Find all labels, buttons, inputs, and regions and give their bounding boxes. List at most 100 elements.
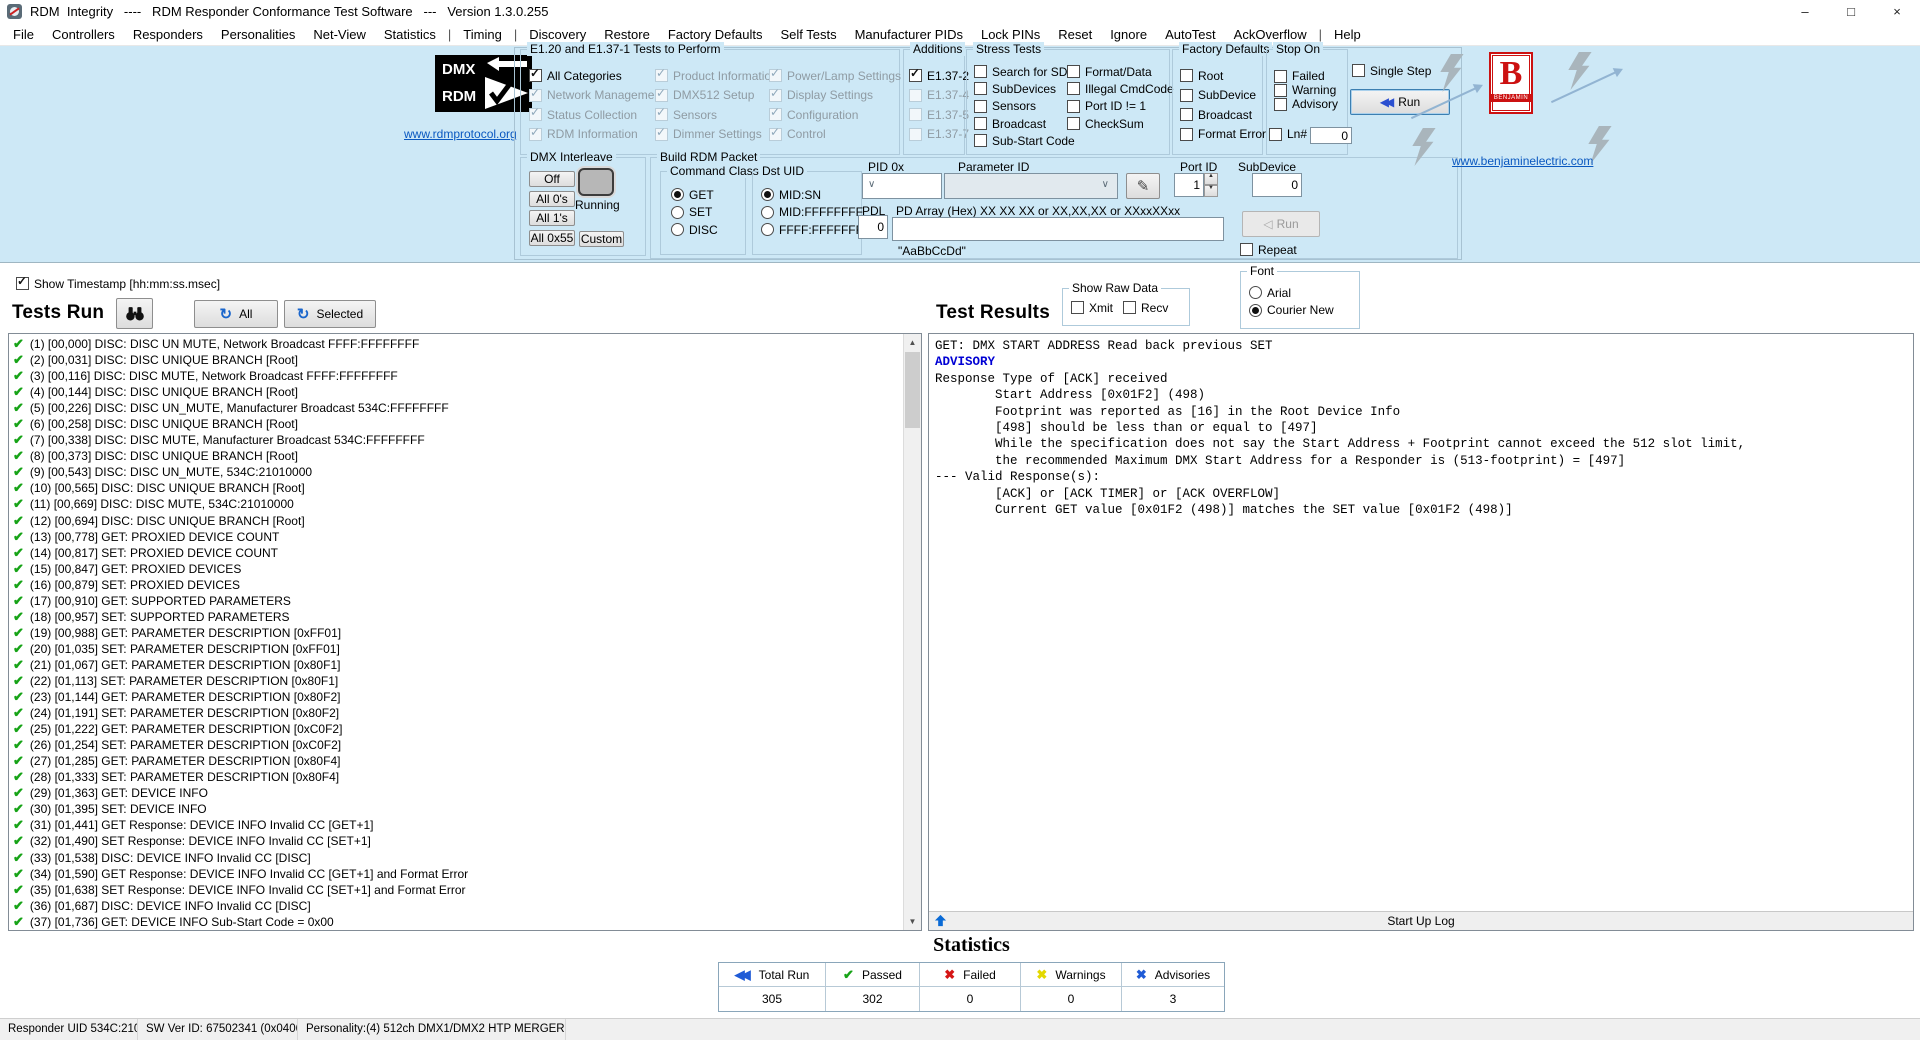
test-row[interactable]: ✔(35) [01,638] SET Response: DEVICE INFO… xyxy=(9,882,904,898)
set-radio[interactable]: SET xyxy=(671,204,718,222)
menu-responders[interactable]: Responders xyxy=(124,25,212,44)
menu-factory-defaults[interactable]: Factory Defaults xyxy=(659,25,772,44)
spin-up-icon[interactable]: ▲ xyxy=(1204,173,1218,185)
test-row[interactable]: ✔(30) [01,395] SET: DEVICE INFO xyxy=(9,801,904,817)
menu-statistics[interactable]: Statistics xyxy=(375,25,445,44)
port-id-input[interactable] xyxy=(1174,173,1204,197)
search-for-sds-checkbox[interactable]: ✓Search for SDs xyxy=(974,63,1075,80)
advisory-checkbox[interactable]: ✓Advisory xyxy=(1274,97,1338,111)
test-row[interactable]: ✔(37) [01,736] GET: DEVICE INFO Sub-Star… xyxy=(9,914,904,930)
repeat-checkbox[interactable]: ✓ Repeat xyxy=(1240,240,1297,260)
menu-manufacturer-pids[interactable]: Manufacturer PIDs xyxy=(846,25,972,44)
subdevice-checkbox[interactable]: ✓SubDevice xyxy=(1180,86,1266,106)
rerun-all-button[interactable]: ↻ All xyxy=(194,300,278,328)
test-row[interactable]: ✔(6) [00,258] DISC: DISC UNIQUE BRANCH [… xyxy=(9,416,904,432)
checksum-checkbox[interactable]: ✓CheckSum xyxy=(1067,115,1174,132)
warning-checkbox[interactable]: ✓Warning xyxy=(1274,83,1338,97)
test-row[interactable]: ✔(14) [00,817] SET: PROXIED DEVICE COUNT xyxy=(9,545,904,561)
run-button[interactable]: ◀◀ Run xyxy=(1350,89,1450,115)
ln-number-input[interactable] xyxy=(1310,127,1352,144)
mid-ffffffff-radio[interactable]: MID:FFFFFFFF xyxy=(761,204,870,222)
xmit-checkbox[interactable]: ✓Xmit xyxy=(1071,298,1113,318)
port-id-1-checkbox[interactable]: ✓Port ID != 1 xyxy=(1067,98,1174,115)
sensors-checkbox[interactable]: ✓Sensors xyxy=(974,98,1075,115)
menu-lock-pins[interactable]: Lock PINs xyxy=(972,25,1049,44)
illegal-cmdcode-checkbox[interactable]: ✓Illegal CmdCode xyxy=(1067,80,1174,97)
subdevices-checkbox[interactable]: ✓SubDevices xyxy=(974,80,1075,97)
test-row[interactable]: ✔(4) [00,144] DISC: DISC UNIQUE BRANCH [… xyxy=(9,384,904,400)
sub-start-code-checkbox[interactable]: ✓Sub-Start Code xyxy=(974,132,1075,149)
failed-checkbox[interactable]: ✓Failed xyxy=(1274,69,1338,83)
scrollbar-thumb[interactable] xyxy=(905,352,920,428)
ffff-ffffffff-radio[interactable]: FFFF:FFFFFFFF xyxy=(761,221,870,239)
test-row[interactable]: ✔(23) [01,144] GET: PARAMETER DESCRIPTIO… xyxy=(9,689,904,705)
dmx-all-1-s-button[interactable]: All 1's xyxy=(529,210,575,226)
test-row[interactable]: ✔(18) [00,957] SET: SUPPORTED PARAMETERS xyxy=(9,609,904,625)
menu-timing[interactable]: Timing xyxy=(454,25,511,44)
find-button[interactable] xyxy=(116,298,153,329)
all-categories-checkbox[interactable]: ✓All Categories xyxy=(529,66,664,86)
recv-checkbox[interactable]: ✓Recv xyxy=(1123,298,1168,318)
format-data-checkbox[interactable]: ✓Format/Data xyxy=(1067,63,1174,80)
scroll-to-top-icon[interactable] xyxy=(934,914,947,927)
test-row[interactable]: ✔(3) [00,116] DISC: DISC MUTE, Network B… xyxy=(9,368,904,384)
test-row[interactable]: ✔(10) [00,565] DISC: DISC UNIQUE BRANCH … xyxy=(9,480,904,496)
test-row[interactable]: ✔(20) [01,035] SET: PARAMETER DESCRIPTIO… xyxy=(9,641,904,657)
scroll-down-icon[interactable]: ▼ xyxy=(904,913,921,930)
test-row[interactable]: ✔(21) [01,067] GET: PARAMETER DESCRIPTIO… xyxy=(9,657,904,673)
benjaminelectric-link[interactable]: www.benjaminelectric.com xyxy=(1452,154,1593,168)
ln-checkbox[interactable]: ✓ Ln# xyxy=(1269,127,1307,141)
menu-discovery[interactable]: Discovery xyxy=(520,25,595,44)
menu-self-tests[interactable]: Self Tests xyxy=(771,25,845,44)
test-row[interactable]: ✔(25) [01,222] GET: PARAMETER DESCRIPTIO… xyxy=(9,721,904,737)
format-error-checkbox[interactable]: ✓Format Error xyxy=(1180,125,1266,145)
show-timestamp-checkbox[interactable]: ✓ Show Timestamp [hh:mm:ss.msec] xyxy=(16,274,220,294)
test-row[interactable]: ✔(34) [01,590] GET Response: DEVICE INFO… xyxy=(9,866,904,882)
test-row[interactable]: ✔(1) [00,000] DISC: DISC UN MUTE, Networ… xyxy=(9,336,904,352)
startup-log-label[interactable]: Start Up Log xyxy=(1387,914,1454,928)
minimize-button[interactable]: – xyxy=(1782,0,1828,23)
pd-array-input[interactable] xyxy=(892,217,1224,241)
parameter-id-select[interactable]: ∨ xyxy=(944,173,1118,199)
test-row[interactable]: ✔(9) [00,543] DISC: DISC UN_MUTE, 534C:2… xyxy=(9,464,904,480)
menu-restore[interactable]: Restore xyxy=(595,25,659,44)
menu-file[interactable]: File xyxy=(4,25,43,44)
maximize-button[interactable]: □ xyxy=(1828,0,1874,23)
test-row[interactable]: ✔(26) [01,254] SET: PARAMETER DESCRIPTIO… xyxy=(9,737,904,753)
courier-new-radio[interactable]: Courier New xyxy=(1249,302,1334,320)
test-row[interactable]: ✔(16) [00,879] SET: PROXIED DEVICES xyxy=(9,577,904,593)
menu-autotest[interactable]: AutoTest xyxy=(1156,25,1225,44)
menu-ignore[interactable]: Ignore xyxy=(1101,25,1156,44)
spin-down-icon[interactable]: ▼ xyxy=(1204,185,1218,197)
test-row[interactable]: ✔(22) [01,113] SET: PARAMETER DESCRIPTIO… xyxy=(9,673,904,689)
test-row[interactable]: ✔(27) [01,285] GET: PARAMETER DESCRIPTIO… xyxy=(9,753,904,769)
test-row[interactable]: ✔(28) [01,333] SET: PARAMETER DESCRIPTIO… xyxy=(9,769,904,785)
rdmprotocol-link[interactable]: www.rdmprotocol.org xyxy=(404,127,517,141)
test-row[interactable]: ✔(11) [00,669] DISC: DISC MUTE, 534C:210… xyxy=(9,496,904,512)
pid-combo[interactable]: ∨ xyxy=(862,173,942,199)
menu-controllers[interactable]: Controllers xyxy=(43,25,124,44)
e1-37-2-checkbox[interactable]: ✓E1.37-2 xyxy=(909,66,969,86)
test-row[interactable]: ✔(5) [00,226] DISC: DISC UN_MUTE, Manufa… xyxy=(9,400,904,416)
menu-net-view[interactable]: Net-View xyxy=(304,25,375,44)
tests-scrollbar[interactable]: ▲ ▼ xyxy=(903,334,921,930)
mid-sn-radio[interactable]: MID:SN xyxy=(761,186,870,204)
test-row[interactable]: ✔(24) [01,191] SET: PARAMETER DESCRIPTIO… xyxy=(9,705,904,721)
dmx-all-0-s-button[interactable]: All 0's xyxy=(529,191,575,207)
custom-button[interactable]: Custom xyxy=(579,231,624,247)
broadcast-checkbox[interactable]: ✓Broadcast xyxy=(1180,105,1266,125)
test-row[interactable]: ✔(36) [01,687] DISC: DEVICE INFO Invalid… xyxy=(9,898,904,914)
test-row[interactable]: ✔(29) [01,363] GET: DEVICE INFO xyxy=(9,785,904,801)
menu-ackoverflow[interactable]: AckOverflow xyxy=(1225,25,1316,44)
port-id-stepper[interactable]: ▲ ▼ xyxy=(1204,173,1218,197)
rerun-selected-button[interactable]: ↻ Selected xyxy=(284,300,376,328)
dmx-off-button[interactable]: Off xyxy=(529,171,575,187)
arial-radio[interactable]: Arial xyxy=(1249,284,1334,302)
test-row[interactable]: ✔(33) [01,538] DISC: DEVICE INFO Invalid… xyxy=(9,850,904,866)
root-checkbox[interactable]: ✓Root xyxy=(1180,66,1266,86)
scroll-up-icon[interactable]: ▲ xyxy=(904,334,921,351)
menu-reset[interactable]: Reset xyxy=(1049,25,1101,44)
close-button[interactable]: × xyxy=(1874,0,1920,23)
single-step-checkbox[interactable]: ✓ Single Step xyxy=(1352,61,1431,81)
test-row[interactable]: ✔(15) [00,847] GET: PROXIED DEVICES xyxy=(9,561,904,577)
